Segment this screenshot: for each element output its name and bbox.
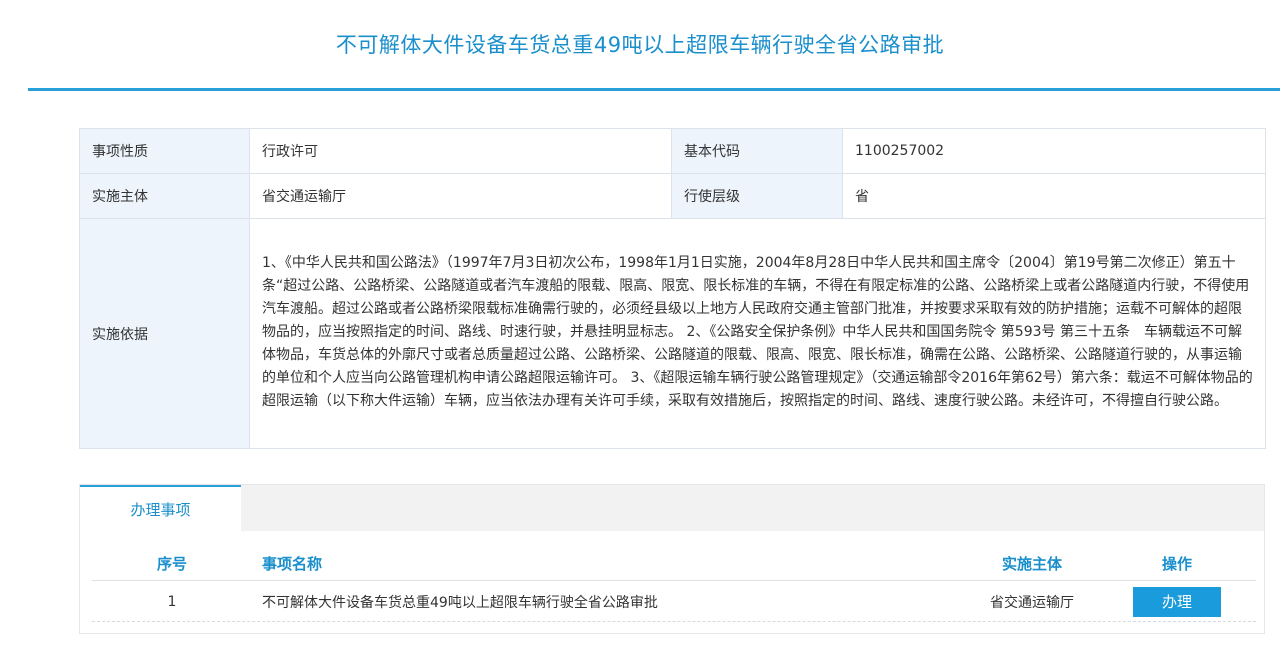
level-label: 行使层级: [671, 173, 843, 219]
nature-label: 事项性质: [79, 128, 250, 174]
tab-strip: [80, 485, 1264, 531]
info-row-basis: 实施依据 1、《中华人民共和国公路法》（1997年7月3日初次公布，1998年1…: [79, 218, 1266, 449]
col-operation-header: 操作: [1161, 555, 1192, 573]
table-row: 1 不可解体大件设备车货总重49吨以上超限车辆行驶全省公路审批 省交通运输厅 办…: [92, 582, 1256, 622]
subject-value: 省交通运输厅: [249, 173, 672, 219]
subject-label: 实施主体: [79, 173, 250, 219]
page-title: 不可解体大件设备车货总重49吨以上超限车辆行驶全省公路审批: [335, 33, 945, 57]
handling-panel: 办理事项 序号 事项名称 实施主体 操作 1 不可解体大件设备车货总重49吨以上…: [79, 484, 1265, 634]
title-divider: [28, 88, 1280, 91]
handle-button[interactable]: 办理: [1133, 586, 1221, 617]
col-name-header: 事项名称: [262, 555, 323, 573]
level-value: 省: [842, 173, 1266, 219]
row-operation: 办理: [1112, 582, 1242, 621]
basis-label: 实施依据: [79, 218, 250, 449]
row-index: 1: [167, 593, 177, 610]
code-value: 1100257002: [842, 128, 1266, 174]
nature-value: 行政许可: [249, 128, 672, 174]
list-header: 序号 事项名称 实施主体 操作: [92, 547, 1256, 581]
col-index-header: 序号: [156, 555, 187, 573]
code-label: 基本代码: [671, 128, 843, 174]
info-table: 事项性质 行政许可 基本代码 1100257002 实施主体 省交通运输厅 行使…: [79, 128, 1266, 449]
row-item-name: 不可解体大件设备车货总重49吨以上超限车辆行驶全省公路审批: [262, 594, 658, 611]
info-row-nature: 事项性质 行政许可 基本代码 1100257002: [79, 128, 1266, 174]
tab-handling-items[interactable]: 办理事项: [80, 485, 241, 531]
basis-text: 1、《中华人民共和国公路法》（1997年7月3日初次公布，1998年1月1日实施…: [249, 218, 1266, 449]
info-row-subject: 实施主体 省交通运输厅 行使层级 省: [79, 173, 1266, 219]
